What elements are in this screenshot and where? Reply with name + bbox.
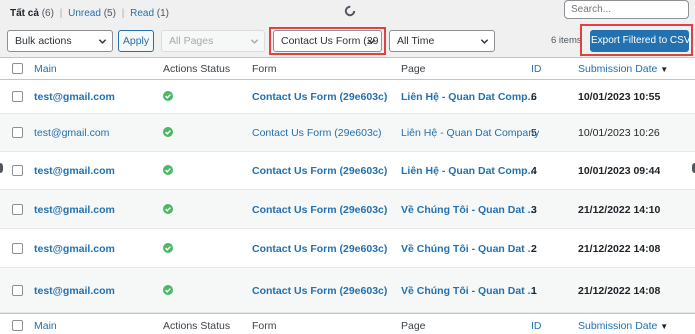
cell-submission-date: 10/01/2023 10:55 [578,91,661,103]
row-checkbox[interactable] [12,127,23,138]
spinner-icon [344,5,356,17]
pages-filter-select[interactable]: All Pages [161,30,265,52]
column-header-date[interactable]: Submission Date ▼ [578,63,668,75]
cell-main-email[interactable]: test@gmail.com [34,91,115,103]
bulk-actions-value: Bulk actions [15,35,72,47]
cell-submission-date: 21/12/2022 14:08 [578,285,661,297]
cell-submission-date: 21/12/2022 14:08 [578,243,661,255]
cell-id: 3 [531,204,537,216]
chevron-down-icon [98,39,107,44]
column-footer-date[interactable]: Submission Date ▼ [578,320,668,332]
table-footer-row: Main Actions Status Form Page ID Submiss… [0,313,695,334]
cell-id: 5 [531,127,537,139]
column-header-id[interactable]: ID [531,63,542,75]
cell-page-name[interactable]: Về Chúng Tôi - Quan Dat ... [401,204,536,216]
column-header-status: Actions Status [163,63,231,75]
chevron-down-icon [367,39,376,44]
chevron-down-icon [480,39,489,44]
column-header-page: Page [401,63,426,75]
form-filter-value: Contact Us Form (29 [281,35,379,47]
view-filters: Tất cả (6) | Unread (5) | Read (1) [10,8,170,19]
row-checkbox[interactable] [12,165,23,176]
time-filter-select[interactable]: All Time [389,30,495,52]
cell-id: 6 [531,91,537,103]
sort-desc-icon: ▼ [660,65,669,74]
cell-form-name[interactable]: Contact Us Form (29e603c) [252,243,387,255]
items-count: 6 items [551,35,582,46]
cell-form-name[interactable]: Contact Us Form (29e603c) [252,204,387,216]
column-footer-form: Form [252,320,277,332]
check-circle-icon [163,91,173,101]
check-circle-icon [163,285,173,295]
row-checkbox[interactable] [12,204,23,215]
cell-main-email[interactable]: test@gmail.com [34,127,109,139]
bulk-actions-select[interactable]: Bulk actions [7,30,113,52]
time-filter-value: All Time [397,35,435,47]
filter-all-count: (6) [41,8,54,19]
table-row[interactable]: test@gmail.com Contact Us Form (29e603c) V… [0,268,695,313]
table-row[interactable]: test@gmail.com Contact Us Form (29e603c) L… [0,114,695,152]
row-checkbox[interactable] [12,285,23,296]
cell-main-email[interactable]: test@gmail.com [34,243,115,255]
sort-desc-icon: ▼ [660,322,669,331]
select-all-checkbox-footer[interactable] [12,320,23,331]
cell-id: 1 [531,285,537,297]
cell-page-name[interactable]: Về Chúng Tôi - Quan Dat ... [401,243,536,255]
cell-page-name[interactable]: Về Chúng Tôi - Quan Dat ... [401,285,536,297]
check-circle-icon [163,127,173,137]
cell-form-name[interactable]: Contact Us Form (29e603c) [252,127,382,139]
filter-read-link[interactable]: Read [130,8,154,19]
cell-main-email[interactable]: test@gmail.com [34,165,115,177]
row-checkbox[interactable] [12,91,23,102]
column-footer-main[interactable]: Main [34,320,57,332]
column-footer-status: Actions Status [163,320,231,332]
select-all-checkbox[interactable] [12,63,23,74]
cell-main-email[interactable]: test@gmail.com [34,204,115,216]
submissions-table: Main Actions Status Form Page ID Submiss… [0,57,695,334]
cell-submission-date: 10/01/2023 09:44 [578,165,661,177]
export-csv-button[interactable]: Export Filtered to CSV [590,30,690,52]
filter-unread-count: (5) [103,8,116,19]
check-circle-icon [163,243,173,253]
row-checkbox[interactable] [12,243,23,254]
cell-main-email[interactable]: test@gmail.com [34,285,115,297]
cell-page-name[interactable]: Liên Hệ - Quan Dat Comp... [401,91,536,103]
cell-page-name[interactable]: Liên Hệ - Quan Dat Comp... [401,165,536,177]
cell-form-name[interactable]: Contact Us Form (29e603c) [252,165,387,177]
cell-form-name[interactable]: Contact Us Form (29e603c) [252,285,387,297]
filter-read-count: (1) [156,8,170,19]
check-circle-icon [163,204,173,214]
collapse-handle-left[interactable] [0,163,3,173]
table-row[interactable]: test@gmail.com Contact Us Form (29e603c) V… [0,229,695,268]
cell-submission-date: 10/01/2023 10:26 [578,127,660,139]
table-row[interactable]: test@gmail.com Contact Us Form (29e603c) V… [0,190,695,229]
column-header-main[interactable]: Main [34,63,57,75]
column-footer-date-label: Submission Date [578,320,658,332]
cell-page-name[interactable]: Liên Hệ - Quan Dat Company [401,127,539,139]
check-circle-icon [163,165,173,175]
cell-form-name[interactable]: Contact Us Form (29e603c) [252,91,387,103]
filter-all-label[interactable]: Tất cả [10,8,39,19]
column-header-form: Form [252,63,277,75]
apply-button[interactable]: Apply [118,30,154,52]
chevron-down-icon [250,39,259,44]
cell-id: 4 [531,165,537,177]
column-footer-id[interactable]: ID [531,320,542,332]
filter-unread-link[interactable]: Unread [68,8,101,19]
table-row[interactable]: test@gmail.com Contact Us Form (29e603c) L… [0,80,695,114]
column-header-date-label: Submission Date [578,63,658,75]
column-footer-page: Page [401,320,426,332]
table-header-row: Main Actions Status Form Page ID Submiss… [0,58,695,80]
form-filter-select[interactable]: Contact Us Form (29 [273,30,382,52]
cell-id: 2 [531,243,537,255]
table-row[interactable]: test@gmail.com Contact Us Form (29e603c) L… [0,152,695,190]
cell-submission-date: 21/12/2022 14:10 [578,204,661,216]
search-input[interactable] [564,0,689,19]
pages-filter-value: All Pages [169,35,214,47]
